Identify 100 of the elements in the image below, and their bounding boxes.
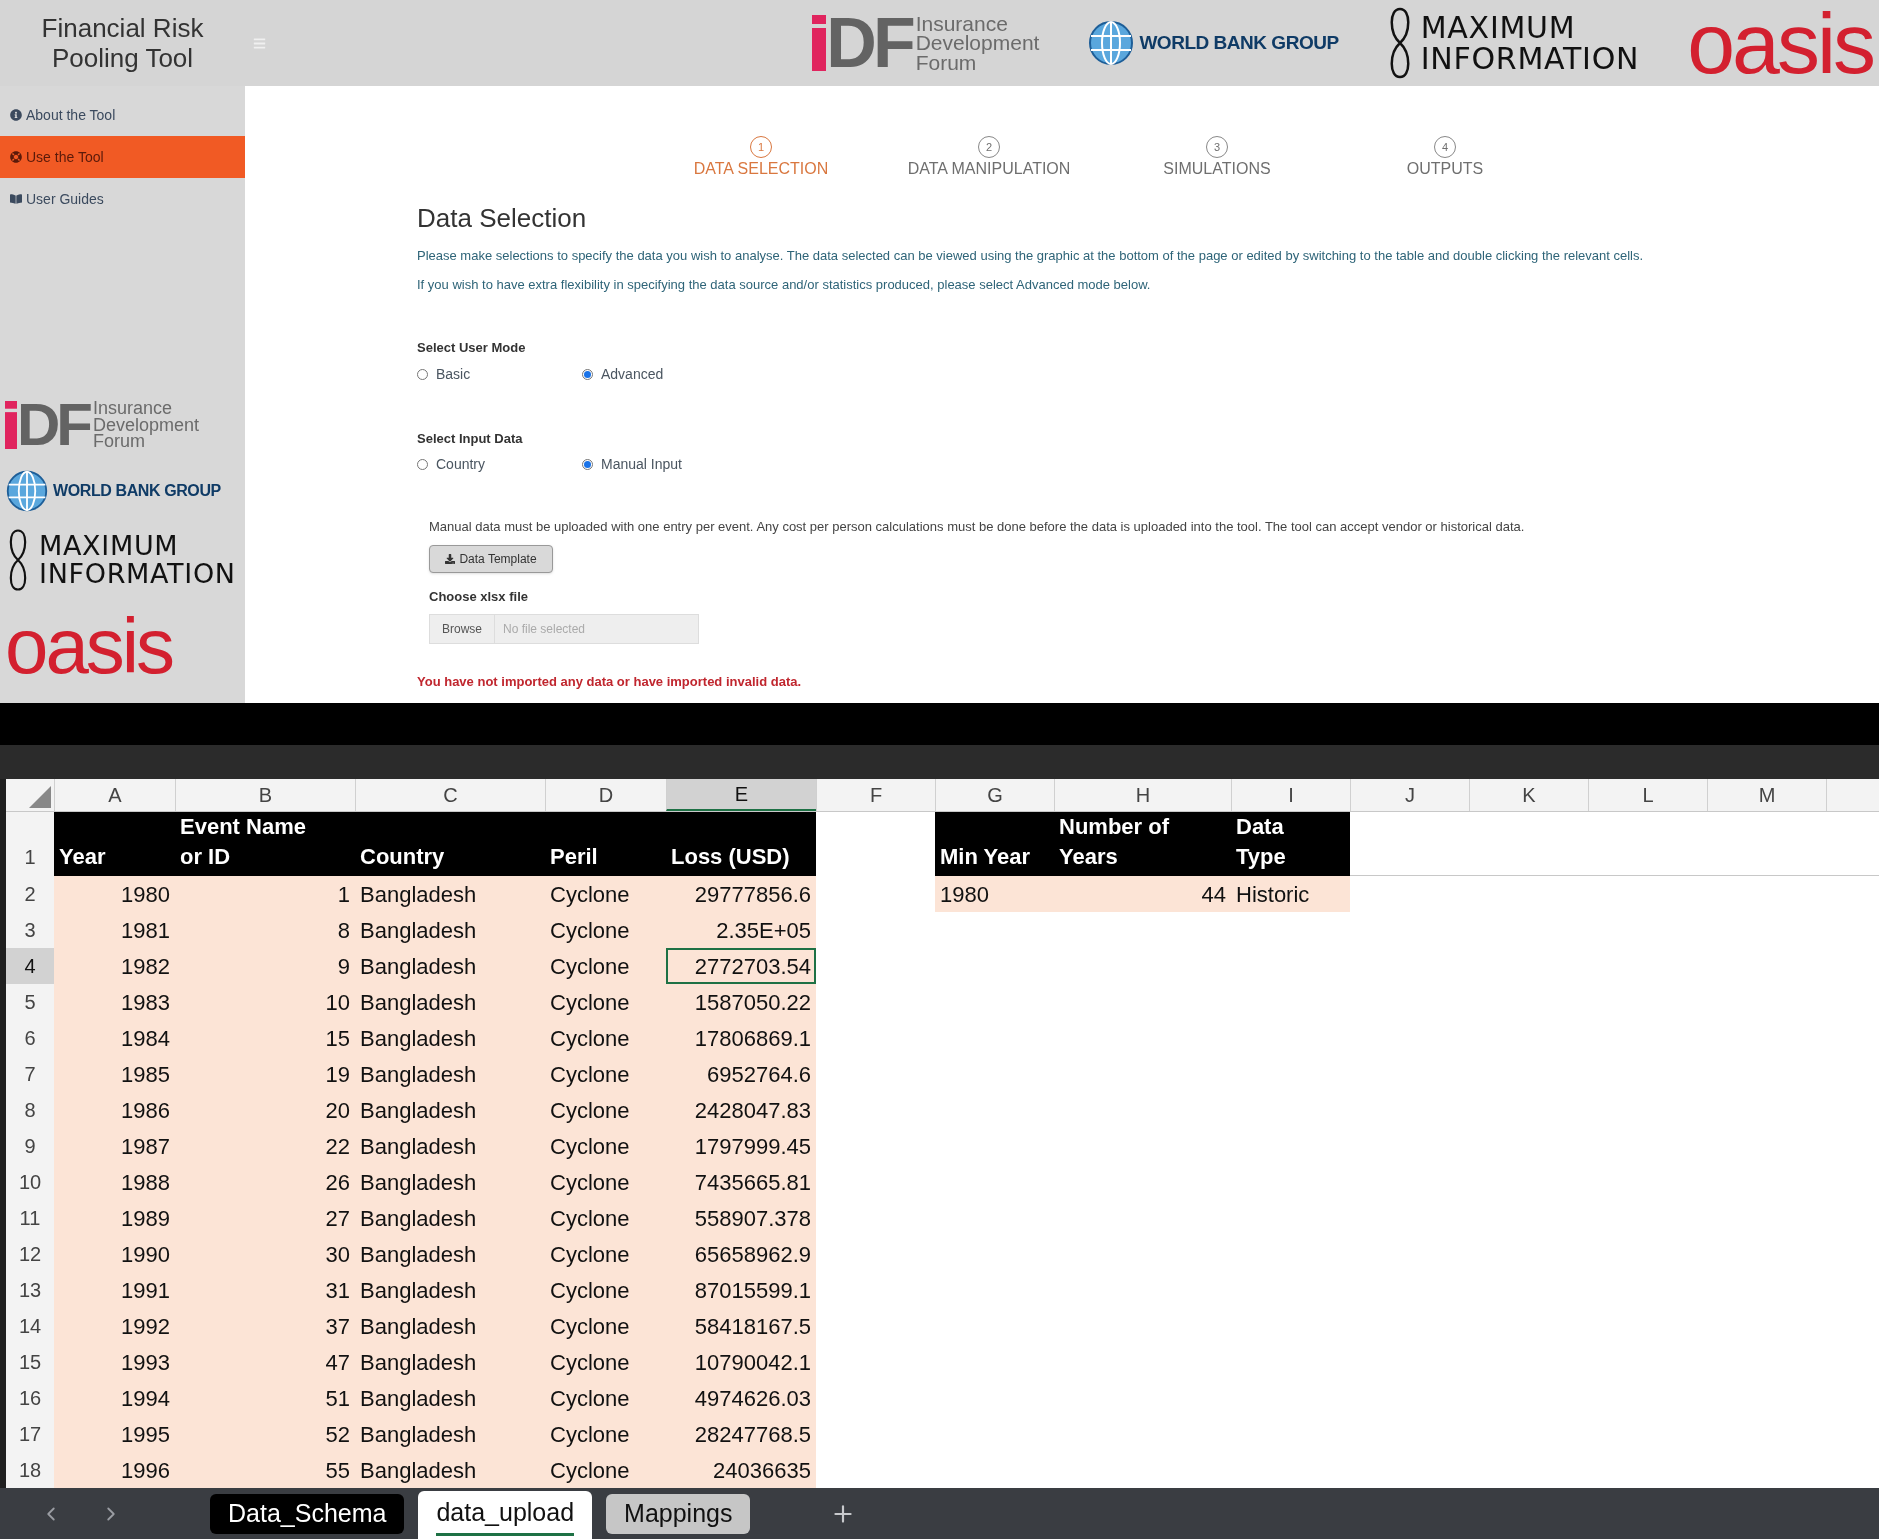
row-header[interactable]: 9 — [6, 1128, 54, 1164]
row-header[interactable]: 8 — [6, 1092, 54, 1128]
table-cell: 1980 — [54, 876, 175, 912]
maximum-information-logo: MAXIMUM INFORMATION — [1386, 5, 1640, 81]
row-header[interactable]: 10 — [6, 1164, 54, 1200]
globe-icon — [1087, 19, 1136, 67]
header-cell: Min Year — [935, 812, 1054, 876]
table-cell: 1995 — [54, 1416, 175, 1452]
globe-icon — [5, 469, 49, 513]
radio-option[interactable]: Basic — [417, 363, 582, 385]
column-header[interactable]: L — [1588, 779, 1707, 811]
sheet-tab[interactable]: Mappings — [606, 1493, 751, 1534]
column-header[interactable]: E — [666, 779, 816, 811]
column-header[interactable]: B — [175, 779, 355, 811]
radio-group-label: Select Input Data — [417, 429, 524, 448]
sidebar-item[interactable]: About the Tool — [0, 94, 245, 136]
table-cell: 1996 — [54, 1452, 175, 1488]
letter-i-mark-icon — [812, 15, 827, 71]
table-cell: 2772703.54 — [666, 948, 816, 984]
radio-option[interactable]: Advanced — [582, 363, 747, 385]
row-header[interactable]: 13 — [6, 1272, 54, 1308]
row-header[interactable]: 7 — [6, 1056, 54, 1092]
error-message: You have not imported any data or have imported invalid data. — [417, 673, 803, 691]
row-header[interactable]: 6 — [6, 1020, 54, 1056]
file-name-field[interactable]: No file selected — [495, 614, 699, 644]
book-icon — [10, 193, 22, 205]
table-cell: Bangladesh — [355, 1344, 545, 1380]
table-cell: Bangladesh — [355, 1200, 545, 1236]
table-cell: 1993 — [54, 1344, 175, 1380]
table-cell: Bangladesh — [355, 1020, 545, 1056]
column-header[interactable]: G — [935, 779, 1054, 811]
sidebar-item[interactable]: User Guides — [0, 178, 245, 220]
table-cell: Bangladesh — [355, 1380, 545, 1416]
select-all-icon[interactable] — [29, 786, 51, 808]
header-cell: Loss (USD) — [666, 812, 816, 876]
table-cell: 44 — [1054, 876, 1231, 912]
table-cell: 1983 — [54, 984, 175, 1020]
table-cell: 17806869.1 — [666, 1020, 816, 1056]
column-header[interactable]: K — [1469, 779, 1588, 811]
step-tab[interactable]: 4 OUTPUTS — [1331, 136, 1559, 181]
row-header[interactable]: 2 — [6, 876, 54, 912]
sheet-tab[interactable]: data_upload — [418, 1491, 593, 1539]
table-cell: 558907.378 — [666, 1200, 816, 1236]
column-header[interactable]: F — [816, 779, 935, 811]
row-header[interactable]: 16 — [6, 1380, 54, 1416]
table-cell: 31 — [175, 1272, 355, 1308]
row-header[interactable]: 3 — [6, 912, 54, 948]
table-cell: 30 — [175, 1236, 355, 1272]
table-cell: Bangladesh — [355, 1236, 545, 1272]
radio-option[interactable]: Country — [417, 454, 582, 475]
data-template-button[interactable]: Data Template — [429, 544, 553, 573]
row-header[interactable]: 18 — [6, 1452, 54, 1488]
table-cell: 1992 — [54, 1308, 175, 1344]
column-header[interactable]: I — [1231, 779, 1350, 811]
table-cell: Cyclone — [545, 1092, 666, 1128]
browse-button[interactable]: Browse — [429, 614, 495, 644]
row-header[interactable]: 5 — [6, 984, 54, 1020]
table-cell: 1990 — [54, 1236, 175, 1272]
radio-circle[interactable] — [582, 368, 593, 380]
section-title: Data Selection — [417, 202, 588, 235]
table-cell: 1985 — [54, 1056, 175, 1092]
header-cell: Number of Years — [1054, 812, 1231, 876]
maximum-information-logo: MAXIMUM INFORMATION — [5, 527, 245, 593]
sidebar-item[interactable]: Use the Tool — [0, 136, 245, 178]
manual-data-note: Manual data must be uploaded with one entry per event. Any cost per person calculations must be done before the data is uploaded into the tool. The tool can accept vendor or historical data. — [429, 518, 1526, 536]
step-tab[interactable]: 2 DATA MANIPULATION — [875, 136, 1103, 181]
table-cell: Cyclone — [545, 1344, 666, 1380]
step-tab[interactable]: 3 SIMULATIONS — [1103, 136, 1331, 181]
row-header[interactable]: 15 — [6, 1344, 54, 1380]
column-header[interactable]: A — [54, 779, 175, 811]
row-header[interactable]: 1 — [6, 812, 54, 876]
table-cell: Bangladesh — [355, 984, 545, 1020]
row-header[interactable]: 14 — [6, 1308, 54, 1344]
table-cell: 26 — [175, 1164, 355, 1200]
sheet-tab[interactable]: Data_Schema — [210, 1493, 405, 1534]
table-cell: 1994 — [54, 1380, 175, 1416]
row-header[interactable]: 11 — [6, 1200, 54, 1236]
header-cell: Data Type — [1231, 812, 1350, 876]
table-cell: 1797999.45 — [666, 1128, 816, 1164]
header-cell: Country — [355, 812, 545, 876]
header-cell: Year — [54, 812, 175, 876]
table-cell: 19 — [175, 1056, 355, 1092]
row-header[interactable]: 4 — [6, 948, 54, 984]
column-header[interactable]: M — [1707, 779, 1826, 811]
table-cell: Cyclone — [545, 1452, 666, 1488]
table-cell: Cyclone — [545, 912, 666, 948]
radio-circle[interactable] — [582, 459, 593, 470]
column-header[interactable]: C — [355, 779, 545, 811]
radio-option[interactable]: Manual Input — [582, 454, 747, 475]
table-cell: Cyclone — [545, 1272, 666, 1308]
table-cell: 7435665.81 — [666, 1164, 816, 1200]
row-header[interactable]: 12 — [6, 1236, 54, 1272]
row-header[interactable]: 17 — [6, 1416, 54, 1452]
header-cell: Event Name or ID — [175, 812, 355, 876]
table-cell: Historic — [1231, 876, 1350, 912]
column-header[interactable]: H — [1054, 779, 1231, 811]
table-cell: Bangladesh — [355, 1056, 545, 1092]
column-header[interactable]: J — [1350, 779, 1469, 811]
header-cell: Peril — [545, 812, 666, 876]
oasis-logo: oasis — [5, 607, 174, 685]
